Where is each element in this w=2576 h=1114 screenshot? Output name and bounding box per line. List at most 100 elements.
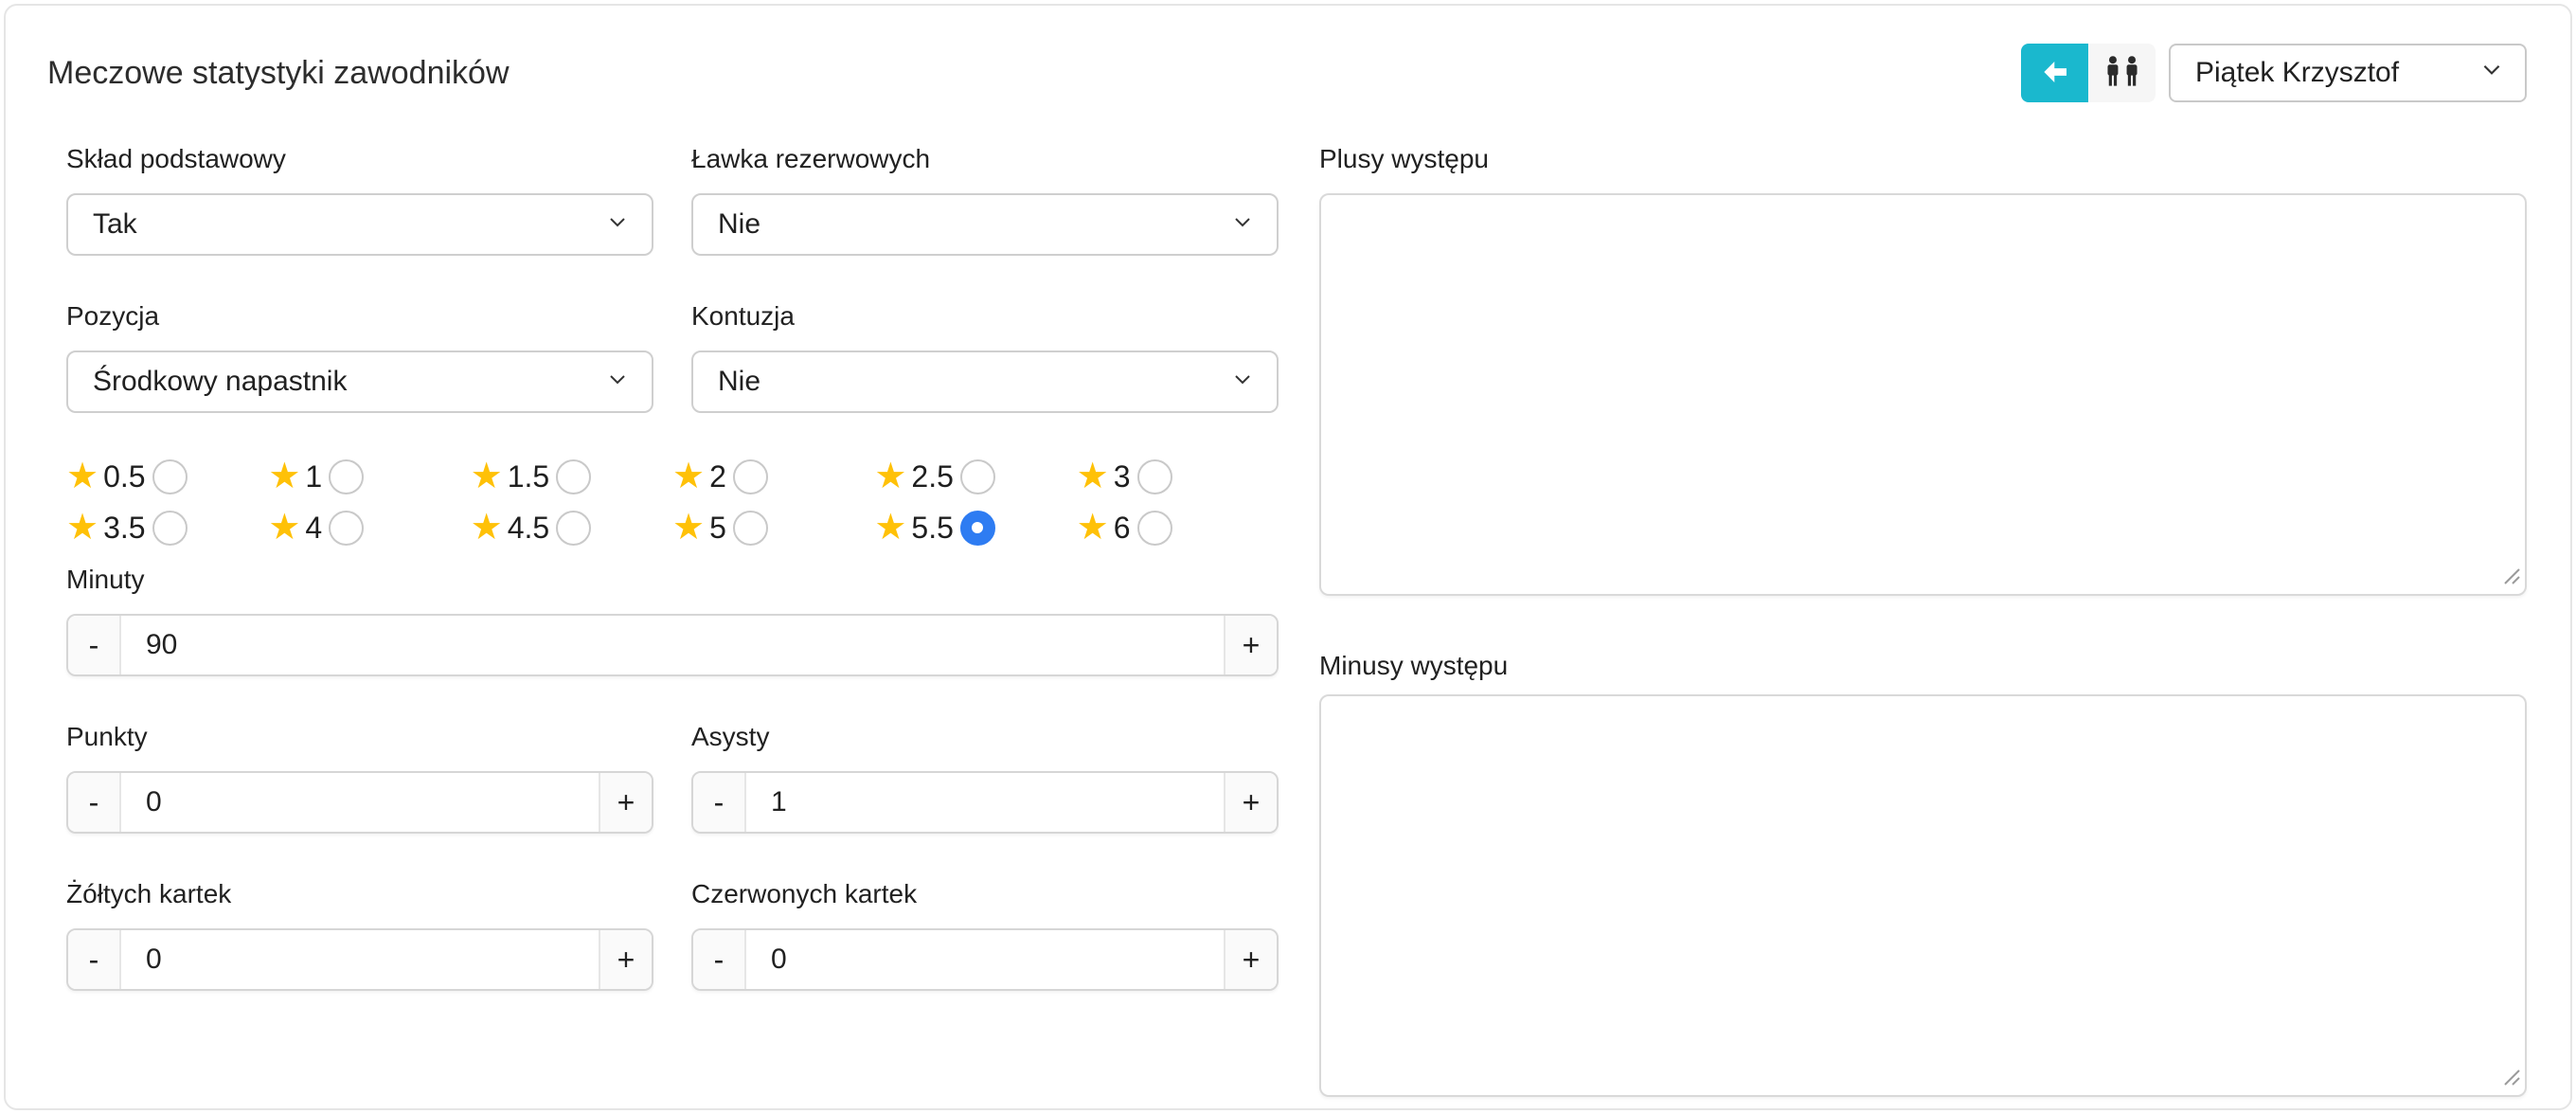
field-lawka-rezerwowych: Ławka rezerwowych Nie (691, 144, 1279, 256)
rating-option: ★2.5 (874, 458, 1076, 494)
zoltych-kartek-stepper: - + (66, 928, 653, 991)
asysty-decrement-button[interactable]: - (693, 773, 746, 832)
minuty-increment-button[interactable]: + (1224, 616, 1277, 674)
punkty-increment-button[interactable]: + (599, 773, 652, 832)
field-minusy-wystepu: Minusy występu (1319, 651, 2527, 1097)
czerwonych-kartek-decrement-button[interactable]: - (693, 930, 746, 989)
players-button[interactable] (2088, 44, 2156, 102)
rating-label: 4.5 (508, 511, 549, 546)
right-panel: Plusy występu Minusy występu (1319, 144, 2527, 1097)
chevron-down-icon (1231, 366, 1254, 398)
zoltych-kartek-decrement-button[interactable]: - (68, 930, 121, 989)
field-pozycja: Pozycja Środkowy napastnik (66, 301, 653, 413)
select-value: Tak (93, 208, 137, 241)
pozycja-select[interactable]: Środkowy napastnik (66, 350, 653, 413)
rating-radio[interactable] (960, 511, 995, 546)
asysty-input[interactable] (746, 773, 1224, 832)
star-icon: ★ (66, 458, 98, 494)
player-dropdown[interactable]: Piątek Krzysztof (2169, 44, 2527, 102)
field-label: Ławka rezerwowych (691, 144, 1279, 174)
rating-option: ★4.5 (471, 510, 672, 546)
star-icon: ★ (874, 510, 906, 546)
rating-radio[interactable] (152, 459, 188, 494)
rating-radio[interactable] (1137, 511, 1172, 546)
field-plusy-wystepu: Plusy występu (1319, 144, 2527, 596)
header: Meczowe statystyki zawodników (47, 44, 2527, 102)
kontuzja-select[interactable]: Nie (691, 350, 1279, 413)
star-icon: ★ (268, 510, 300, 546)
asysty-stepper: - + (691, 771, 1279, 834)
field-label: Czerwonych kartek (691, 879, 1279, 909)
star-icon: ★ (471, 458, 503, 494)
rating-label: 3 (1114, 459, 1131, 494)
rating-option: ★1 (268, 458, 470, 494)
minuty-decrement-button[interactable]: - (68, 616, 121, 674)
sklad-podstawowy-select[interactable]: Tak (66, 193, 653, 256)
select-value: Środkowy napastnik (93, 366, 347, 398)
punkty-decrement-button[interactable]: - (68, 773, 121, 832)
back-button[interactable] (2021, 44, 2088, 102)
field-asysty: Asysty - + (691, 722, 1279, 834)
star-icon: ★ (672, 458, 705, 494)
asysty-increment-button[interactable]: + (1224, 773, 1277, 832)
rating-label: 0.5 (103, 459, 145, 494)
punkty-input[interactable] (121, 773, 599, 832)
select-value: Nie (718, 366, 760, 398)
field-label: Żółtych kartek (66, 879, 653, 909)
rating-option: ★4 (268, 510, 470, 546)
rating-group: ★0.5 ★1 ★1.5 ★2 ★2.5 ★3 ★3.5 ★4 ★4.5 ★5 … (66, 458, 1279, 546)
rating-radio[interactable] (1137, 459, 1172, 494)
field-zoltych-kartek: Żółtych kartek - + (66, 879, 653, 991)
field-czerwonych-kartek: Czerwonych kartek - + (691, 879, 1279, 991)
rating-label: 5.5 (911, 511, 953, 546)
rating-label: 3.5 (103, 511, 145, 546)
zoltych-kartek-increment-button[interactable]: + (599, 930, 652, 989)
rating-radio[interactable] (152, 511, 188, 546)
rating-label: 4 (305, 511, 322, 546)
page-title: Meczowe statystyki zawodników (47, 44, 510, 102)
rating-label: 1 (305, 459, 322, 494)
star-icon: ★ (66, 510, 98, 546)
field-label: Minusy występu (1319, 651, 2527, 681)
rating-radio[interactable] (960, 459, 995, 494)
rating-option: ★1.5 (471, 458, 672, 494)
rating-radio[interactable] (329, 459, 364, 494)
header-button-group (2021, 44, 2156, 102)
rating-option: ★3.5 (66, 510, 268, 546)
left-panel: Skład podstawowy Tak Ławka rezerwowych N… (66, 144, 1279, 1097)
zoltych-kartek-input[interactable] (121, 930, 599, 989)
rating-option: ★0.5 (66, 458, 268, 494)
rating-radio[interactable] (733, 459, 768, 494)
chevron-down-icon (1231, 208, 1254, 241)
czerwonych-kartek-input[interactable] (746, 930, 1224, 989)
star-icon: ★ (1077, 510, 1109, 546)
rating-radio[interactable] (556, 511, 591, 546)
rating-option: ★3 (1077, 458, 1279, 494)
field-minuty: Minuty - + (66, 565, 1279, 676)
star-icon: ★ (471, 510, 503, 546)
rating-radio[interactable] (556, 459, 591, 494)
field-label: Punkty (66, 722, 653, 752)
two-people-icon (2102, 55, 2142, 92)
rating-radio[interactable] (329, 511, 364, 546)
field-sklad-podstawowy: Skład podstawowy Tak (66, 144, 653, 256)
rating-label: 6 (1114, 511, 1131, 546)
rating-label: 2 (709, 459, 726, 494)
rating-option: ★5 (672, 510, 874, 546)
player-dropdown-value: Piątek Krzysztof (2195, 57, 2399, 89)
header-controls: Piątek Krzysztof (2021, 44, 2527, 102)
czerwonych-kartek-increment-button[interactable]: + (1224, 930, 1277, 989)
rating-radio[interactable] (733, 511, 768, 546)
plusy-wystepu-textarea[interactable] (1319, 193, 2527, 596)
match-stats-card: Meczowe statystyki zawodników (4, 4, 2572, 1110)
minusy-wystepu-textarea[interactable] (1319, 694, 2527, 1097)
lawka-rezerwowych-select[interactable]: Nie (691, 193, 1279, 256)
punkty-stepper: - + (66, 771, 653, 834)
field-label: Minuty (66, 565, 1279, 595)
field-kontuzja: Kontuzja Nie (691, 301, 1279, 413)
czerwonych-kartek-stepper: - + (691, 928, 1279, 991)
field-punkty: Punkty - + (66, 722, 653, 834)
rating-label: 1.5 (508, 459, 549, 494)
minuty-input[interactable] (121, 616, 1224, 674)
field-label: Pozycja (66, 301, 653, 332)
